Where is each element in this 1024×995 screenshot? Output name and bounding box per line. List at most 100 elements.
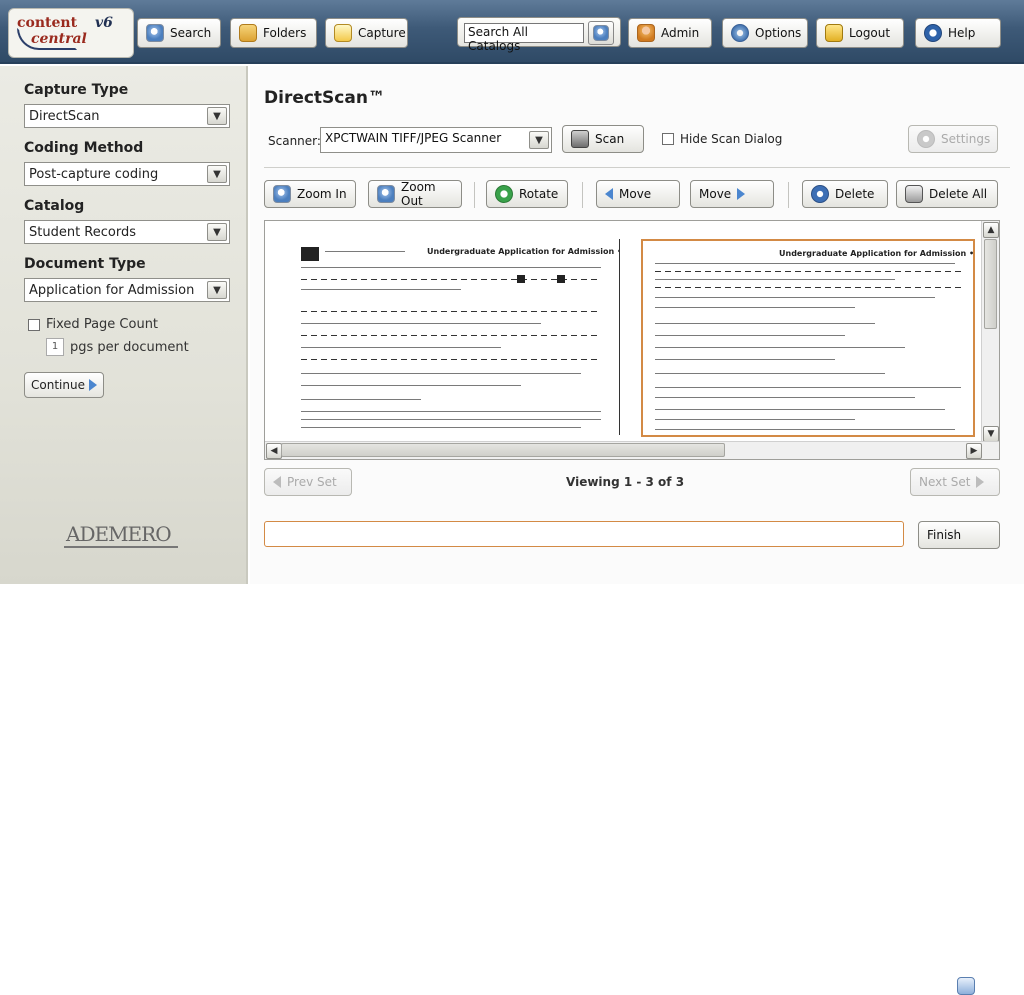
catalog-select[interactable]: Student Records ▼ (24, 220, 230, 244)
page-title: DirectScan™ (264, 88, 385, 108)
scanner-icon (571, 130, 589, 148)
scroll-down-icon[interactable]: ▼ (983, 426, 999, 442)
horizontal-scroll-thumb[interactable] (281, 443, 725, 457)
scroll-up-icon[interactable]: ▲ (983, 222, 999, 238)
text-line (655, 347, 905, 348)
checkmark-icon (957, 977, 975, 995)
admin-user-icon (637, 24, 655, 42)
move-left-button[interactable]: Move (596, 180, 680, 208)
admin-button[interactable]: Admin (628, 18, 712, 48)
scanned-page-thumbnail-selected[interactable]: Undergraduate Application for Admission … (641, 239, 975, 437)
form-line (301, 279, 601, 280)
zoom-in-label: Zoom In (297, 187, 347, 201)
ademero-logo: ADEMERO (64, 522, 178, 548)
document-type-select[interactable]: Application for Admission ▼ (24, 278, 230, 302)
pages-per-document-row: 1 pgs per document (46, 338, 189, 356)
version-label: v6 (95, 15, 113, 31)
text-line (655, 335, 845, 336)
pages-per-document-input[interactable]: 1 (46, 338, 64, 356)
chevron-down-icon: ▼ (207, 281, 227, 299)
zoom-in-button[interactable]: Zoom In (264, 180, 356, 208)
capture-button-label: Capture (358, 26, 406, 40)
move-right-button[interactable]: Move (690, 180, 774, 208)
folders-button[interactable]: Folders (230, 18, 317, 48)
form-line (301, 311, 601, 312)
hide-scan-dialog-checkbox[interactable] (662, 133, 674, 145)
text-line (655, 373, 885, 374)
continue-button[interactable]: Continue (24, 372, 104, 398)
vertical-scroll-thumb[interactable] (984, 239, 997, 329)
arrow-left-icon (605, 188, 613, 200)
capture-sidebar: Capture Type DirectScan ▼ Coding Method … (0, 66, 248, 584)
continue-button-label: Continue (31, 378, 85, 392)
delete-all-button[interactable]: Delete All (896, 180, 998, 208)
text-line (655, 387, 961, 388)
folders-button-label: Folders (263, 26, 307, 40)
catalog-label: Catalog (24, 198, 85, 214)
content-central-logo[interactable]: content central v6 (8, 8, 134, 58)
text-line (655, 323, 875, 324)
catalog-search-box: Search All Catalogs (457, 17, 621, 53)
arrow-right-icon (737, 188, 746, 200)
page-separator (619, 239, 620, 435)
delete-button[interactable]: Delete (802, 180, 888, 208)
move-left-label: Move (619, 187, 652, 201)
scroll-left-icon[interactable]: ◀ (266, 443, 282, 459)
text-line (655, 263, 955, 264)
form-line (301, 335, 601, 336)
vertical-scrollbar[interactable]: ▲ ▼ (981, 221, 999, 443)
next-set-button[interactable]: Next Set (910, 468, 1000, 496)
divider (264, 167, 1010, 168)
text-line (301, 347, 501, 348)
prev-set-button[interactable]: Prev Set (264, 468, 352, 496)
rotate-button[interactable]: Rotate (486, 180, 568, 208)
page-2-title: Undergraduate Application for Admission … (779, 249, 975, 258)
move-right-label: Move (699, 187, 732, 201)
catalog-search-go-button[interactable] (588, 21, 614, 45)
zoom-out-button[interactable]: Zoom Out (368, 180, 462, 208)
help-button[interactable]: Help (915, 18, 1001, 48)
text-line (655, 409, 945, 410)
search-button-label: Search (170, 26, 212, 40)
capture-type-select[interactable]: DirectScan ▼ (24, 104, 230, 128)
options-button[interactable]: Options (722, 18, 808, 48)
text-line (655, 307, 855, 308)
scanner-value: XPCTWAIN TIFF/JPEG Scanner (325, 131, 502, 145)
folder-icon (239, 24, 257, 42)
scan-button[interactable]: Scan (562, 125, 644, 153)
catalog-search-input[interactable]: Search All Catalogs (464, 23, 584, 53)
text-line (655, 397, 915, 398)
coding-method-select[interactable]: Post-capture coding ▼ (24, 162, 230, 186)
text-line (301, 323, 541, 324)
scanner-label: Scanner: (268, 134, 321, 148)
scanned-pages-viewer[interactable]: Undergraduate Application for Admission … (264, 220, 1000, 460)
zoom-in-icon (273, 185, 291, 203)
gear-icon (731, 24, 749, 42)
fixed-page-count-checkbox[interactable] (28, 318, 40, 331)
settings-button[interactable]: Settings (908, 125, 998, 153)
capture-icon (334, 24, 352, 42)
checkbox-mark (557, 275, 565, 283)
scroll-right-icon[interactable]: ▶ (966, 443, 982, 459)
rotate-icon (495, 185, 513, 203)
logo-text-central: central (31, 31, 87, 47)
text-line (301, 411, 601, 412)
horizontal-scrollbar[interactable]: ◀ ▶ (265, 441, 999, 459)
trash-icon (905, 185, 923, 203)
options-button-label: Options (755, 26, 802, 40)
scanner-select[interactable]: XPCTWAIN TIFF/JPEG Scanner ▼ (320, 127, 552, 153)
coding-method-value: Post-capture coding (29, 166, 159, 182)
finish-button[interactable]: Finish (918, 521, 1000, 995)
text-line (325, 251, 405, 252)
search-button[interactable]: Search (137, 18, 221, 48)
chevron-down-icon: ▼ (529, 131, 549, 149)
padlock-icon (825, 24, 843, 42)
logout-button[interactable]: Logout (816, 18, 904, 48)
catalog-value: Student Records (29, 224, 136, 240)
text-line (655, 279, 895, 280)
fixed-page-count-row: Fixed Page Count (28, 317, 158, 332)
chevron-down-icon: ▼ (207, 165, 227, 183)
scanned-page-thumbnail[interactable]: Undergraduate Application for Admission … (287, 239, 619, 437)
finish-label: Finish (927, 528, 962, 542)
capture-button[interactable]: Capture (325, 18, 408, 48)
